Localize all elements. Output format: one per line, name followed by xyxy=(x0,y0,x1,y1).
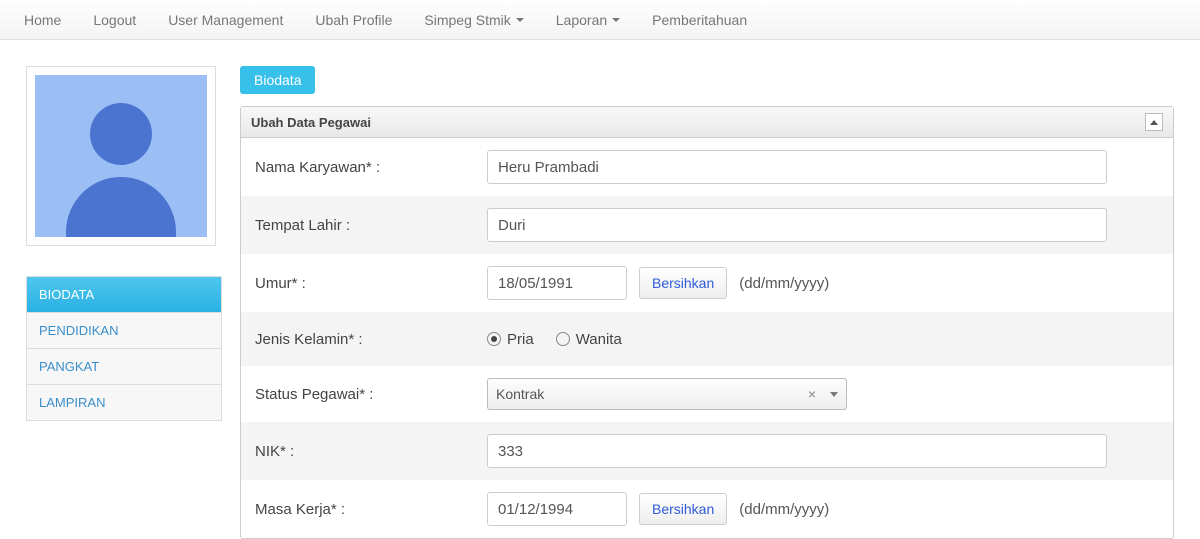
label-jenis-kelamin: Jenis Kelamin* : xyxy=(255,331,487,348)
input-nama-karyawan[interactable] xyxy=(487,150,1107,184)
radio-icon xyxy=(556,332,570,346)
label-nama-karyawan: Nama Karyawan* : xyxy=(255,159,487,176)
chevron-down-icon xyxy=(516,18,524,22)
sidebar-tab-label: BIODATA xyxy=(39,287,94,302)
label-nik: NIK* : xyxy=(255,443,487,460)
nav-logout[interactable]: Logout xyxy=(77,0,152,40)
avatar-placeholder-icon xyxy=(35,75,207,237)
row-status-pegawai: Status Pegawai* : Kontrak × xyxy=(241,366,1173,422)
nav-label: Pemberitahuan xyxy=(652,12,747,28)
input-nik[interactable] xyxy=(487,434,1107,468)
sidebar-tab-label: LAMPIRAN xyxy=(39,395,105,410)
chevron-down-icon xyxy=(830,392,838,397)
panel-collapse-button[interactable] xyxy=(1145,113,1163,131)
chevron-down-icon xyxy=(612,18,620,22)
nav-label: Home xyxy=(24,12,61,28)
select-value: Kontrak xyxy=(496,386,800,402)
sidebar-tab-pangkat[interactable]: PANGKAT xyxy=(27,349,221,385)
chevron-up-icon xyxy=(1150,120,1158,125)
panel-body: Nama Karyawan* : Tempat Lahir : Umur* : xyxy=(241,138,1173,538)
radio-wanita[interactable]: Wanita xyxy=(556,331,622,348)
row-nik: NIK* : xyxy=(241,422,1173,480)
radio-label: Pria xyxy=(507,331,534,348)
radio-icon xyxy=(487,332,501,346)
panel-title: Ubah Data Pegawai xyxy=(251,115,371,130)
clear-masa-kerja-button[interactable]: Bersihkan xyxy=(639,493,727,525)
clear-umur-button[interactable]: Bersihkan xyxy=(639,267,727,299)
input-masa-kerja[interactable] xyxy=(487,492,627,526)
radio-label: Wanita xyxy=(576,331,622,348)
sidebar-tabs: BIODATA PENDIDIKAN PANGKAT LAMPIRAN xyxy=(26,276,222,421)
nav-label: Simpeg Stmik xyxy=(424,12,510,28)
avatar xyxy=(26,66,216,246)
label-status-pegawai: Status Pegawai* : xyxy=(255,386,487,403)
row-nama-karyawan: Nama Karyawan* : xyxy=(241,138,1173,196)
sidebar-tab-lampiran[interactable]: LAMPIRAN xyxy=(27,385,221,421)
nav-label: User Management xyxy=(168,12,283,28)
label-tempat-lahir: Tempat Lahir : xyxy=(255,217,487,234)
button-label: Bersihkan xyxy=(652,275,714,291)
radio-pria[interactable]: Pria xyxy=(487,331,534,348)
label-umur: Umur* : xyxy=(255,275,487,292)
panel-header: Ubah Data Pegawai xyxy=(241,107,1173,138)
row-umur: Umur* : Bersihkan (dd/mm/yyyy) xyxy=(241,254,1173,312)
top-navbar: Home Logout User Management Ubah Profile… xyxy=(0,0,1200,40)
row-tempat-lahir: Tempat Lahir : xyxy=(241,196,1173,254)
clear-select-icon[interactable]: × xyxy=(800,386,824,402)
section-badge-label: Biodata xyxy=(254,72,301,88)
nav-label: Laporan xyxy=(556,12,607,28)
right-column: Biodata Ubah Data Pegawai Nama Karyawan*… xyxy=(240,66,1174,539)
nav-label: Logout xyxy=(93,12,136,28)
nav-user-management[interactable]: User Management xyxy=(152,0,299,40)
hint-umur: (dd/mm/yyyy) xyxy=(739,275,829,292)
section-badge-biodata[interactable]: Biodata xyxy=(240,66,315,94)
row-jenis-kelamin: Jenis Kelamin* : Pria Wanita xyxy=(241,312,1173,366)
sidebar-tab-pendidikan[interactable]: PENDIDIKAN xyxy=(27,313,221,349)
input-umur[interactable] xyxy=(487,266,627,300)
main-container: BIODATA PENDIDIKAN PANGKAT LAMPIRAN Biod… xyxy=(0,40,1200,539)
label-masa-kerja: Masa Kerja* : xyxy=(255,501,487,518)
nav-laporan[interactable]: Laporan xyxy=(540,0,636,40)
nav-label: Ubah Profile xyxy=(315,12,392,28)
nav-pemberitahuan[interactable]: Pemberitahuan xyxy=(636,0,763,40)
hint-masa-kerja: (dd/mm/yyyy) xyxy=(739,501,829,518)
select-status-pegawai[interactable]: Kontrak × xyxy=(487,378,847,410)
panel-ubah-data-pegawai: Ubah Data Pegawai Nama Karyawan* : Tempa… xyxy=(240,106,1174,539)
nav-home[interactable]: Home xyxy=(8,0,77,40)
nav-ubah-profile[interactable]: Ubah Profile xyxy=(299,0,408,40)
sidebar-tab-label: PANGKAT xyxy=(39,359,99,374)
button-label: Bersihkan xyxy=(652,501,714,517)
sidebar-tab-label: PENDIDIKAN xyxy=(39,323,118,338)
left-column: BIODATA PENDIDIKAN PANGKAT LAMPIRAN xyxy=(26,66,222,421)
input-tempat-lahir[interactable] xyxy=(487,208,1107,242)
row-masa-kerja: Masa Kerja* : Bersihkan (dd/mm/yyyy) xyxy=(241,480,1173,538)
sidebar-tab-biodata[interactable]: BIODATA xyxy=(27,277,221,313)
nav-simpeg-stmik[interactable]: Simpeg Stmik xyxy=(408,0,539,40)
